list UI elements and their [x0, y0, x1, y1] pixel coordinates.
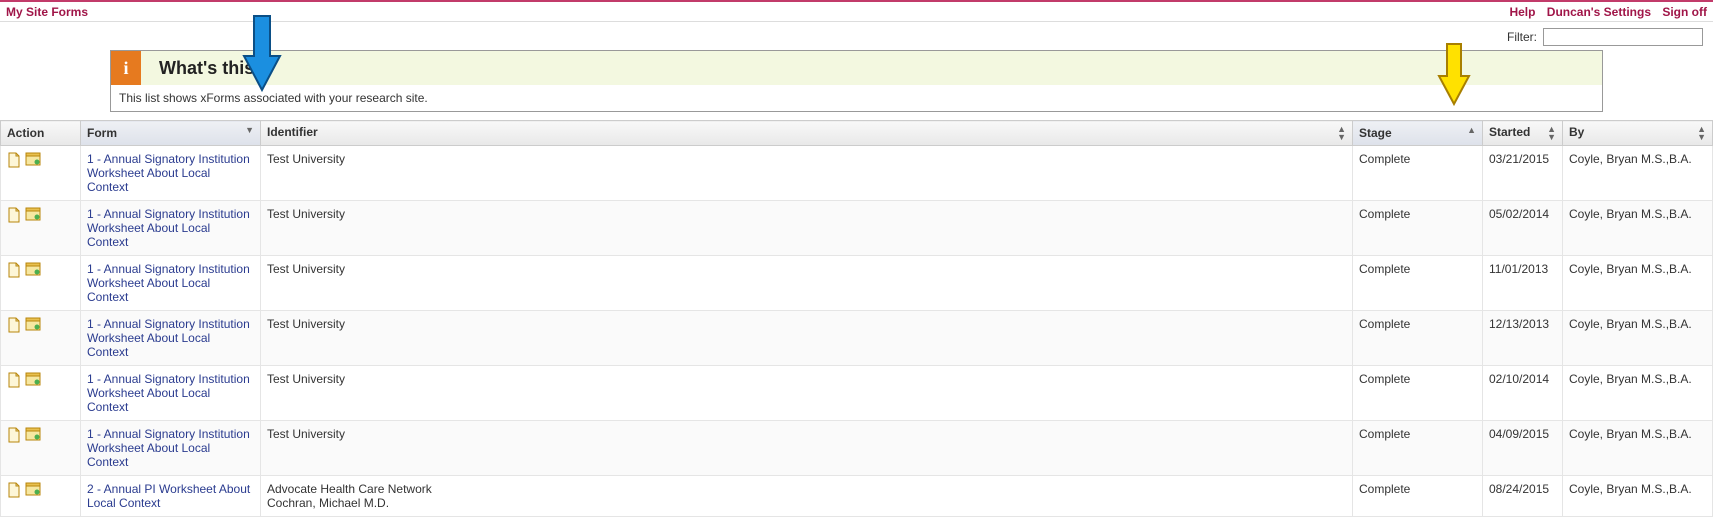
form-link[interactable]: 2 - Annual PI Worksheet About Local Cont… — [87, 482, 250, 510]
filter-input[interactable] — [1543, 28, 1703, 46]
started-cell: 04/09/2015 — [1483, 421, 1563, 476]
stage-cell: Complete — [1353, 366, 1483, 421]
identifier-cell: Advocate Health Care Network Cochran, Mi… — [261, 476, 1353, 517]
my-site-forms-link[interactable]: My Site Forms — [6, 5, 88, 19]
by-cell: Coyle, Bryan M.S.,B.A. — [1563, 421, 1713, 476]
sort-indicator-down-icon: ▼ — [245, 126, 254, 134]
open-package-icon[interactable] — [25, 317, 39, 333]
sign-off-link[interactable]: Sign off — [1662, 5, 1707, 19]
help-link[interactable]: Help — [1509, 5, 1535, 19]
table-row: 1 - Annual Signatory Institution Workshe… — [1, 201, 1713, 256]
table-row: 1 - Annual Signatory Institution Workshe… — [1, 146, 1713, 201]
stage-cell: Complete — [1353, 311, 1483, 366]
table-row: 1 - Annual Signatory Institution Workshe… — [1, 366, 1713, 421]
table-row: 1 - Annual Signatory Institution Workshe… — [1, 256, 1713, 311]
sort-both-icon: ▲▼ — [1697, 125, 1706, 141]
open-package-icon[interactable] — [25, 262, 39, 278]
started-cell: 12/13/2013 — [1483, 311, 1563, 366]
stage-cell: Complete — [1353, 476, 1483, 517]
col-form-header[interactable]: Form ▼ — [81, 121, 261, 146]
by-cell: Coyle, Bryan M.S.,B.A. — [1563, 476, 1713, 517]
identifier-cell: Test University — [261, 311, 1353, 366]
open-package-icon[interactable] — [25, 207, 39, 223]
started-cell: 03/21/2015 — [1483, 146, 1563, 201]
col-started-header[interactable]: Started ▲▼ — [1483, 121, 1563, 146]
open-package-icon[interactable] — [25, 427, 39, 443]
filter-label: Filter: — [1507, 30, 1537, 44]
by-cell: Coyle, Bryan M.S.,B.A. — [1563, 311, 1713, 366]
started-cell: 11/01/2013 — [1483, 256, 1563, 311]
info-body: This list shows xForms associated with y… — [111, 85, 1602, 111]
open-package-icon[interactable] — [25, 482, 39, 498]
view-document-icon[interactable] — [7, 207, 21, 223]
table-row: 1 - Annual Signatory Institution Workshe… — [1, 311, 1713, 366]
col-stage-header[interactable]: Stage ▲ — [1353, 121, 1483, 146]
form-link[interactable]: 1 - Annual Signatory Institution Workshe… — [87, 427, 250, 469]
by-cell: Coyle, Bryan M.S.,B.A. — [1563, 201, 1713, 256]
by-cell: Coyle, Bryan M.S.,B.A. — [1563, 366, 1713, 421]
open-package-icon[interactable] — [25, 152, 39, 168]
form-link[interactable]: 1 - Annual Signatory Institution Workshe… — [87, 152, 250, 194]
sort-both-icon: ▲▼ — [1547, 125, 1556, 141]
form-link[interactable]: 1 - Annual Signatory Institution Workshe… — [87, 372, 250, 414]
view-document-icon[interactable] — [7, 427, 21, 443]
by-cell: Coyle, Bryan M.S.,B.A. — [1563, 256, 1713, 311]
open-package-icon[interactable] — [25, 372, 39, 388]
view-document-icon[interactable] — [7, 317, 21, 333]
forms-table: Action Form ▼ Identifier ▲▼ Stage ▲ Star… — [0, 120, 1713, 517]
col-by-header[interactable]: By ▲▼ — [1563, 121, 1713, 146]
col-identifier-header[interactable]: Identifier ▲▼ — [261, 121, 1353, 146]
info-panel: i What's this? This list shows xForms as… — [110, 50, 1603, 112]
started-cell: 05/02/2014 — [1483, 201, 1563, 256]
info-icon: i — [111, 51, 141, 85]
started-cell: 02/10/2014 — [1483, 366, 1563, 421]
form-link[interactable]: 1 - Annual Signatory Institution Workshe… — [87, 207, 250, 249]
user-settings-link[interactable]: Duncan's Settings — [1547, 5, 1651, 19]
by-cell: Coyle, Bryan M.S.,B.A. — [1563, 146, 1713, 201]
stage-cell: Complete — [1353, 201, 1483, 256]
identifier-cell: Test University — [261, 201, 1353, 256]
identifier-cell: Test University — [261, 146, 1353, 201]
started-cell: 08/24/2015 — [1483, 476, 1563, 517]
form-link[interactable]: 1 - Annual Signatory Institution Workshe… — [87, 262, 250, 304]
table-row: 2 - Annual PI Worksheet About Local Cont… — [1, 476, 1713, 517]
sort-both-icon: ▲▼ — [1337, 125, 1346, 141]
form-link[interactable]: 1 - Annual Signatory Institution Workshe… — [87, 317, 250, 359]
identifier-cell: Test University — [261, 366, 1353, 421]
view-document-icon[interactable] — [7, 152, 21, 168]
view-document-icon[interactable] — [7, 482, 21, 498]
view-document-icon[interactable] — [7, 262, 21, 278]
view-document-icon[interactable] — [7, 372, 21, 388]
stage-cell: Complete — [1353, 256, 1483, 311]
table-row: 1 - Annual Signatory Institution Workshe… — [1, 421, 1713, 476]
annotation-arrow-yellow — [1437, 42, 1471, 109]
stage-cell: Complete — [1353, 421, 1483, 476]
annotation-arrow-blue — [242, 14, 282, 95]
col-action-header[interactable]: Action — [1, 121, 81, 146]
stage-cell: Complete — [1353, 146, 1483, 201]
identifier-cell: Test University — [261, 421, 1353, 476]
sort-indicator-up-icon: ▲ — [1467, 126, 1476, 134]
identifier-cell: Test University — [261, 256, 1353, 311]
